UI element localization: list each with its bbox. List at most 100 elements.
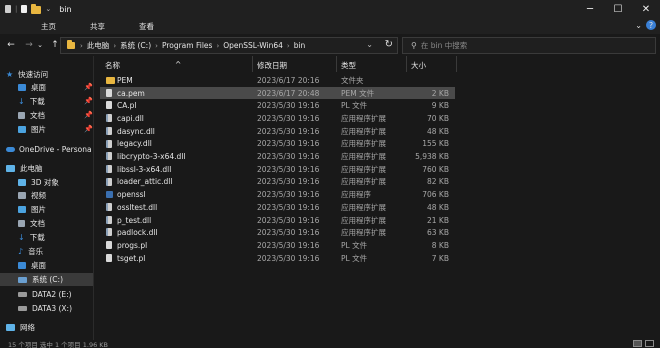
file-type: 文件夹 [341,75,364,85]
new-folder-icon[interactable] [31,4,42,14]
address-dropdown-icon[interactable]: ⌄ [366,40,373,49]
file-row[interactable]: dasync.dll 2023/5/30 19:16 应用程序扩展 48 KB [100,125,455,138]
breadcrumb-this-pc[interactable]: 此电脑 [87,40,110,51]
file-size: 760 KB [422,164,449,174]
file-size: 70 KB [427,113,449,123]
file-row[interactable]: ossltest.dll 2023/5/30 19:16 应用程序扩展 48 KB [100,201,455,214]
sidebar-item-drive-c[interactable]: 系统 (C:) [0,273,93,286]
file-row[interactable]: padlock.dll 2023/5/30 19:16 应用程序扩展 63 KB [100,226,455,239]
file-size: 5,938 KB [415,152,449,162]
address-bar[interactable]: › 此电脑 › 系统 (C:) › Program Files › OpenSS… [60,37,398,54]
pin-icon: 📌 [84,111,93,119]
tab-share[interactable]: 共享 [90,21,105,32]
folder-icon [106,77,115,84]
file-row[interactable]: libcrypto-3-x64.dll 2023/5/30 19:16 应用程序扩展… [100,150,455,163]
file-row[interactable]: p_test.dll 2023/5/30 19:16 应用程序扩展 21 KB [100,214,455,227]
sidebar-item-this-pc[interactable]: 此电脑 [6,162,43,175]
minimize-button[interactable]: ─ [576,0,604,18]
new-document-icon[interactable] [21,5,28,13]
file-row[interactable]: libssl-3-x64.dll 2023/5/30 19:16 应用程序扩展 760… [100,163,455,176]
recent-locations-button[interactable]: ⌄ [36,41,44,49]
sidebar-item-network[interactable]: 网络 [6,321,35,334]
sidebar-item-onedrive[interactable]: OneDrive - Persona [6,143,92,156]
file-date: 2023/5/30 19:16 [257,228,320,238]
breadcrumb-openssl-win64[interactable]: OpenSSL-Win64 [223,41,283,50]
sidebar-item-3d-objects[interactable]: 3D 对象 [18,176,59,189]
refresh-icon[interactable]: ↻ [385,39,393,50]
pictures-icon [18,126,26,133]
breadcrumb-separator: › [155,41,158,50]
breadcrumb-program-files[interactable]: Program Files [162,41,213,50]
window-controls: ─ ☐ ✕ [576,0,660,18]
sidebar-item-label: 此电脑 [20,164,43,173]
sidebar-item-pc-documents[interactable]: 文档 [18,217,45,230]
dll-file-icon [106,152,112,161]
file-row[interactable]: ca.pem 2023/6/17 20:48 PEM 文件 2 KB [100,86,455,100]
breadcrumb-system-c[interactable]: 系统 (C:) [120,40,151,51]
sidebar-item-drive-x[interactable]: DATA3 (X:) [18,302,72,315]
breadcrumb-bin[interactable]: bin [294,41,306,50]
sidebar-item-desktop[interactable]: 桌面 [18,81,46,94]
sidebar-item-videos[interactable]: 视频 [18,189,46,202]
forward-button[interactable]: → [22,40,36,50]
sidebar-item-pc-desktop[interactable]: 桌面 [18,259,46,272]
expand-ribbon-icon[interactable]: ⌄ [635,21,642,30]
file-name: ossltest.dll [117,202,158,212]
3d-objects-icon [18,179,26,186]
sidebar-item-label: 下载 [29,97,45,106]
sidebar-item-documents[interactable]: 文档 [18,109,45,122]
pictures-icon [18,206,26,213]
sidebar-item-label: 桌面 [31,83,46,92]
sidebar-item-downloads[interactable]: ↓ 下载 [18,95,45,108]
sidebar-item-quick-access[interactable]: ★ 快速访问 [6,68,48,81]
column-type[interactable]: 类型 [341,60,356,71]
close-button[interactable]: ✕ [632,0,660,18]
customize-toolbar-icon[interactable]: ⌄ [45,5,51,13]
file-row[interactable]: loader_attic.dll 2023/5/30 19:16 应用程序扩展 82 … [100,176,455,189]
sidebar-item-music[interactable]: ♪ 音乐 [18,245,43,258]
documents-icon [18,112,25,119]
search-box[interactable]: ⚲ 在 bin 中搜索 [402,37,656,54]
file-type: 应用程序扩展 [341,113,386,123]
sidebar-item-label: 下载 [29,233,45,242]
file-row[interactable]: legacy.dll 2023/5/30 19:16 应用程序扩展 155 KB [100,138,455,151]
column-name[interactable]: 名称 [105,60,120,71]
sidebar-item-label: OneDrive - Persona [19,145,92,154]
file-type: 应用程序扩展 [341,177,386,187]
file-type: PL 文件 [341,240,368,250]
sidebar-item-pictures[interactable]: 图片 [18,123,46,136]
column-divider[interactable] [336,56,337,72]
sidebar-item-pc-downloads[interactable]: ↓ 下载 [18,231,45,244]
back-button[interactable]: ← [4,40,18,50]
file-row[interactable]: CA.pl 2023/5/30 19:16 PL 文件 9 KB [100,99,455,112]
file-row[interactable]: progs.pl 2023/5/30 19:16 PL 文件 8 KB [100,239,455,252]
file-row[interactable]: openssl 2023/5/30 19:16 应用程序 706 KB [100,188,455,201]
maximize-button[interactable]: ☐ [604,0,632,18]
file-date: 2023/5/30 19:16 [257,126,320,136]
file-row[interactable]: PEM 2023/6/17 20:16 文件夹 [100,74,455,87]
sidebar-item-pc-pictures[interactable]: 图片 [18,203,46,216]
properties-icon[interactable] [5,5,11,13]
details-view-icon[interactable] [633,340,642,347]
desktop-icon [18,262,26,269]
large-icons-view-icon[interactable] [645,340,654,347]
star-icon: ★ [6,70,14,79]
tab-home[interactable]: 主页 [41,21,56,32]
navigation-bar: ← → ⌄ ↑ › 此电脑 › 系统 (C:) › Program Files … [0,34,660,56]
column-divider[interactable] [406,56,407,72]
sidebar-item-drive-e[interactable]: DATA2 (E:) [18,288,72,301]
application-icon [106,191,113,199]
file-row[interactable]: capi.dll 2023/5/30 19:16 应用程序扩展 70 KB [100,112,455,125]
column-divider[interactable] [252,56,253,72]
file-date: 2023/6/17 20:48 [257,88,320,98]
cloud-icon [6,147,15,152]
column-divider[interactable] [456,56,457,72]
tab-view[interactable]: 查看 [139,21,154,32]
help-icon[interactable]: ? [646,20,656,30]
breadcrumb-separator: › [216,41,220,50]
file-size: 82 KB [427,177,449,187]
file-row[interactable]: tsget.pl 2023/5/30 19:16 PL 文件 7 KB [100,252,455,265]
column-date[interactable]: 修改日期 [257,60,287,71]
column-size[interactable]: 大小 [411,60,426,71]
title-bar: | ⌄ bin ─ ☐ ✕ [0,0,660,18]
